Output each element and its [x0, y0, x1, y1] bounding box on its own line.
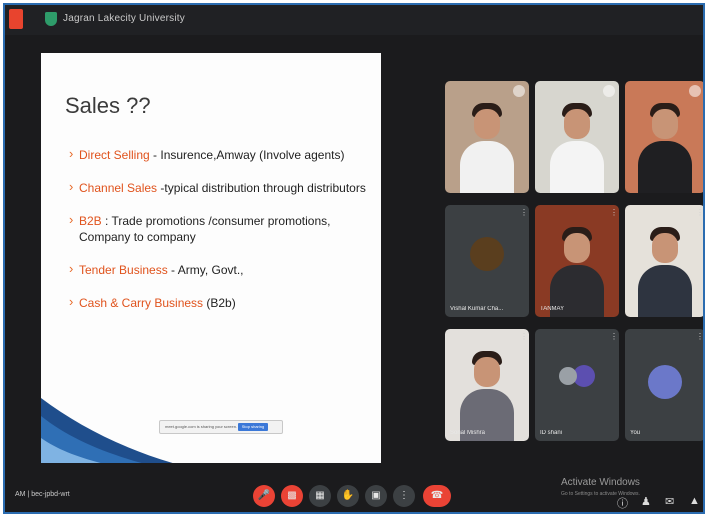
share-bar-text: meet.google.com is sharing your screen. — [165, 424, 238, 429]
participant-tile[interactable] — [535, 81, 619, 193]
participant-name: ID shani — [540, 430, 563, 436]
participant-tile[interactable]: ⋮ TANMAY — [535, 205, 619, 317]
participant-tile[interactable] — [445, 81, 529, 193]
participant-tile[interactable]: ⋮ — [625, 205, 703, 317]
presentation-slide: Sales ?? Direct Selling - Insurence,Amwa… — [41, 53, 381, 463]
slide-bullet: Cash & Carry Business (B2b) — [69, 294, 375, 311]
mic-off-icon[interactable]: 🎤 — [253, 485, 275, 507]
people-icon[interactable]: ♟ — [641, 495, 651, 508]
participant-name: Vishal Kumar Cha... — [450, 306, 504, 312]
activate-windows-title: Activate Windows — [561, 477, 640, 488]
shield-icon — [45, 12, 57, 26]
participant-tile[interactable]: ⋮ ID shani — [535, 329, 619, 441]
participant-face — [474, 109, 500, 139]
camera-off-icon[interactable]: ▩ — [281, 485, 303, 507]
more-options-icon[interactable]: ⋮ — [610, 333, 618, 344]
slide-bullet: Direct Selling - Insurence,Amway (Involv… — [69, 146, 375, 163]
more-options-icon[interactable]: ⋮ — [520, 333, 528, 344]
captions-icon[interactable]: ▦ — [309, 485, 331, 507]
more-options-icon[interactable]: ⋮ — [520, 209, 528, 220]
meet-window: Jagran Lakecity University Sales ?? Dire… — [3, 3, 705, 514]
slide-title: Sales ?? — [65, 93, 151, 118]
participant-face — [652, 233, 678, 263]
slide-bullet: Tender Business - Army, Govt., — [69, 261, 375, 278]
screen-share-bar: meet.google.com is sharing your screen. … — [159, 420, 283, 434]
participant-avatar — [648, 365, 682, 399]
pin-icon[interactable] — [689, 85, 701, 97]
stop-sharing-button[interactable]: Stop sharing — [238, 423, 268, 431]
participant-avatar — [559, 367, 577, 385]
participant-face — [564, 109, 590, 139]
more-options-icon[interactable]: ⋮ — [696, 333, 703, 344]
title-bar: Jagran Lakecity University — [5, 5, 703, 35]
more-options-icon[interactable]: ⋮ — [696, 209, 703, 220]
activities-icon[interactable]: ▲ — [689, 495, 700, 507]
present-icon[interactable]: ▣ — [365, 485, 387, 507]
pin-icon[interactable] — [513, 85, 525, 97]
chat-icon[interactable]: ✉ — [665, 495, 674, 508]
participant-name: You — [630, 430, 641, 436]
participant-avatar — [470, 237, 504, 271]
slide-bullet: Channel Sales -typical distribution thro… — [69, 179, 375, 196]
slide-bullet: B2B : Trade promotions /consumer promoti… — [69, 212, 375, 245]
more-options-icon[interactable]: ⋮ — [610, 209, 618, 220]
participant-tile[interactable] — [625, 81, 703, 193]
meeting-title: Jagran Lakecity University — [63, 13, 185, 24]
participant-tile[interactable]: ⋮ Vishal Kumar Cha... — [445, 205, 529, 317]
participant-face — [474, 357, 500, 387]
app-logo — [9, 9, 23, 29]
raise-hand-icon[interactable]: ✋ — [337, 485, 359, 507]
pin-icon[interactable] — [603, 85, 615, 97]
participant-face — [652, 109, 678, 139]
slide-bullets: Direct Selling - Insurence,Amway (Involv… — [69, 146, 375, 328]
activate-windows-subtitle: Go to Settings to activate Windows. — [561, 491, 640, 497]
participant-name: TANMAY — [540, 306, 565, 312]
participant-tile[interactable]: ⋮ You — [625, 329, 703, 441]
participant-face — [564, 233, 590, 263]
participant-name: Sonal Mishra — [450, 430, 486, 436]
more-options-icon[interactable]: ⋮ — [393, 485, 415, 507]
participant-tile[interactable]: ⋮ Sonal Mishra — [445, 329, 529, 441]
info-icon[interactable]: ⓘ — [617, 495, 628, 511]
end-call-button[interactable]: ☎ — [423, 485, 451, 507]
meeting-code: AM | bec-jpbd-wrt — [15, 491, 70, 498]
